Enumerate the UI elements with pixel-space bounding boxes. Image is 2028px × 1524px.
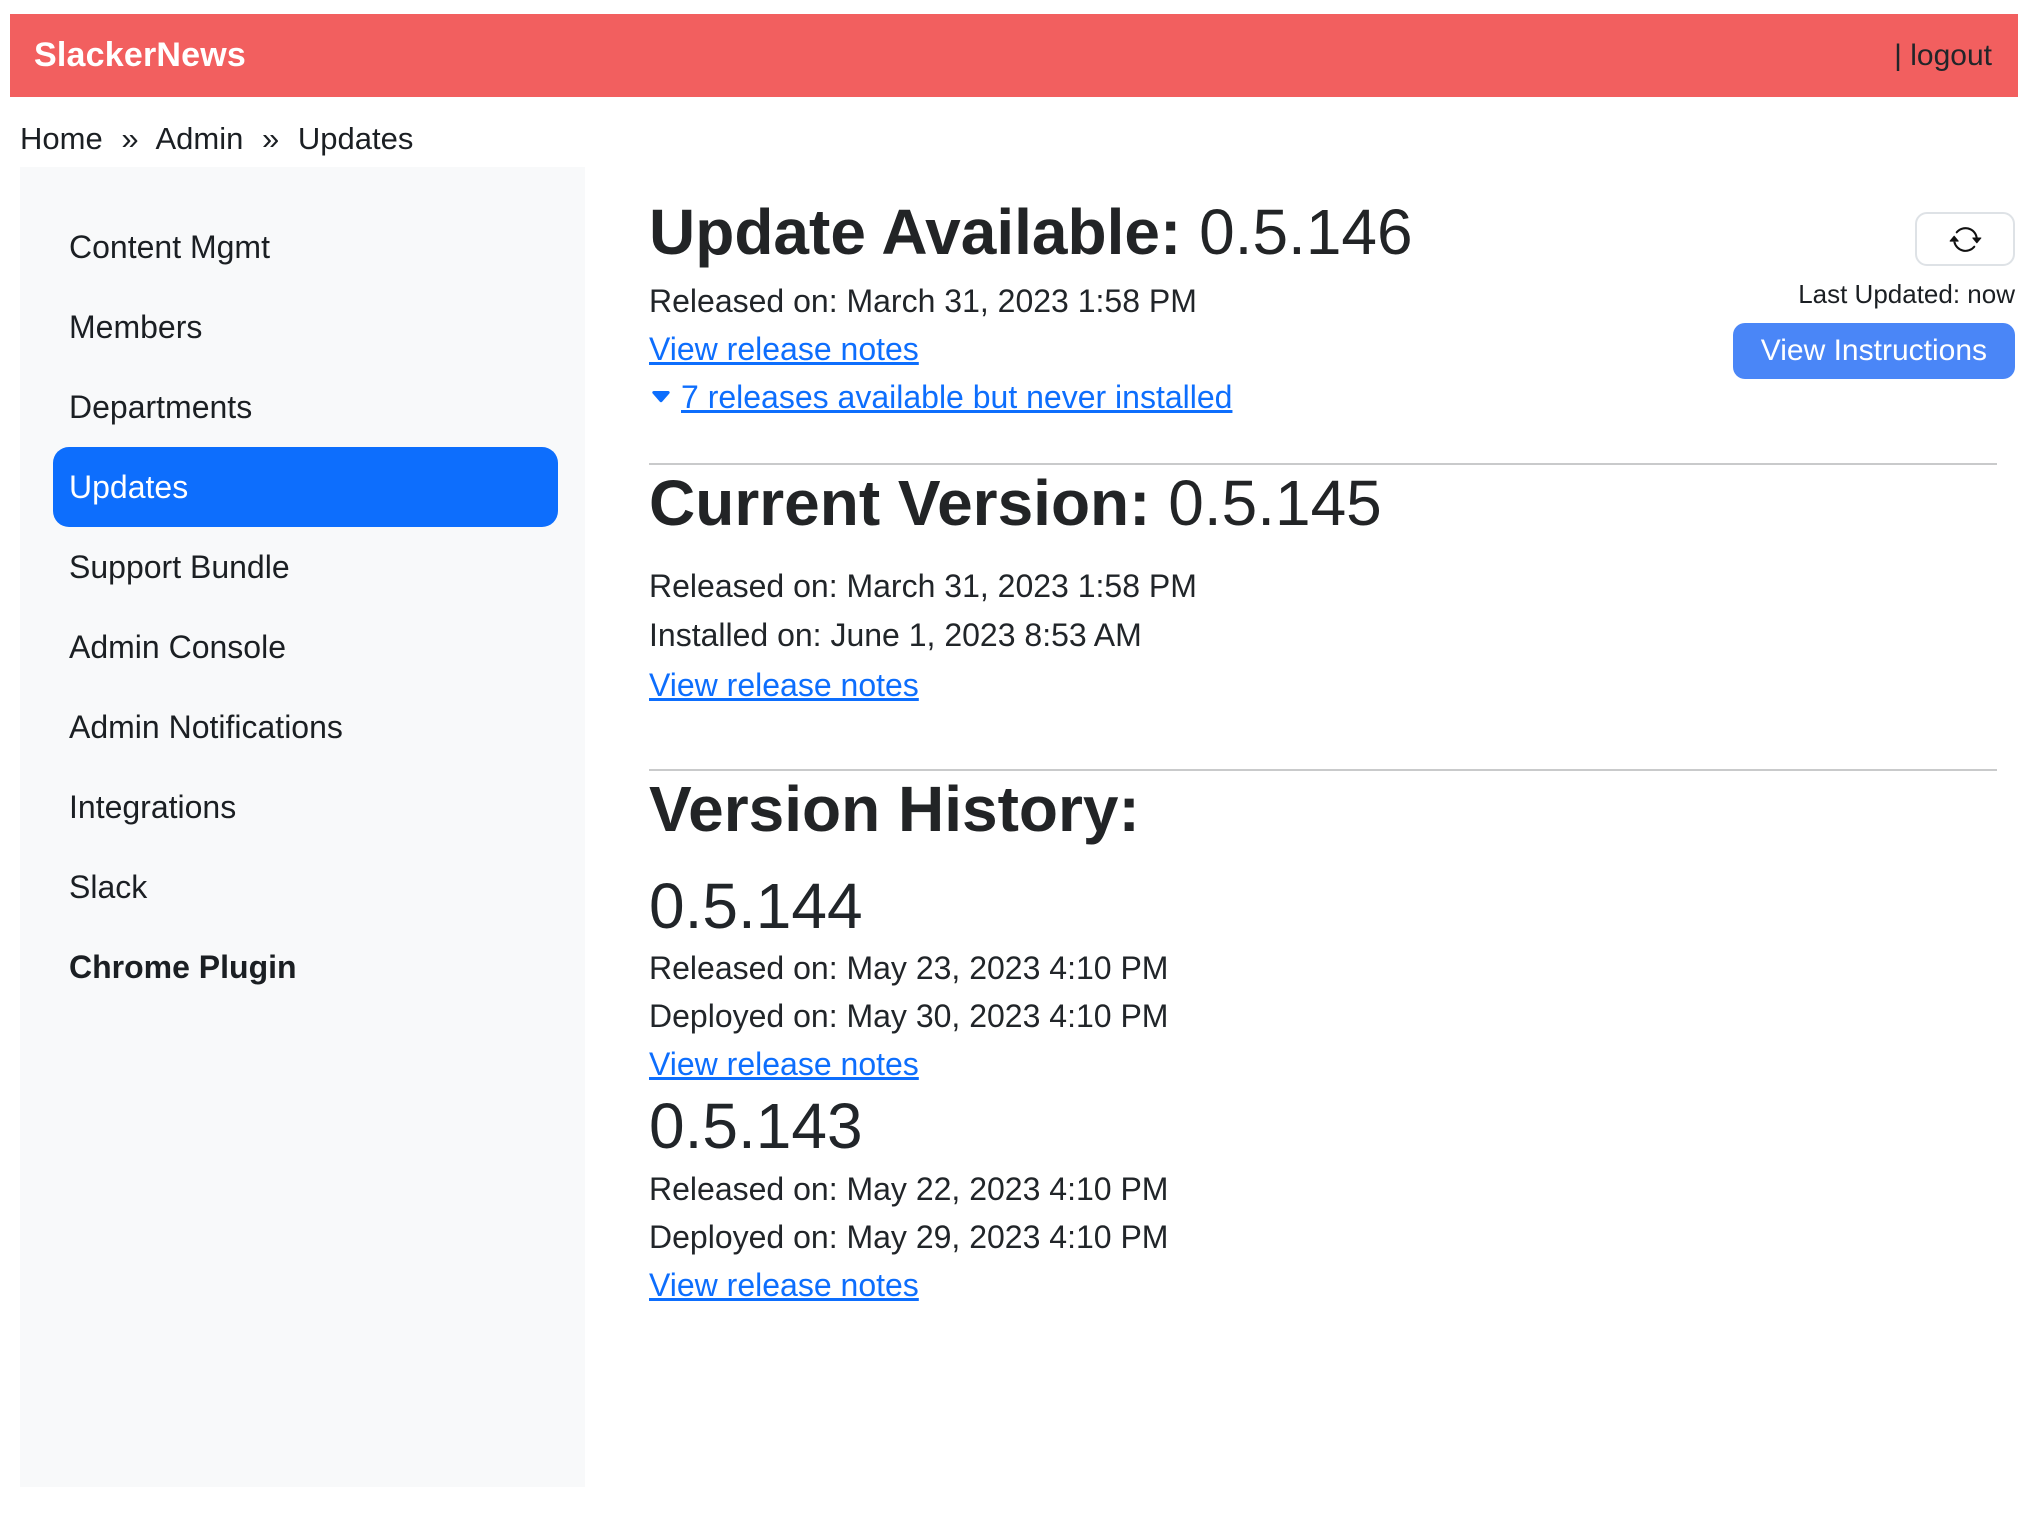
update-release-notes-link[interactable]: View release notes <box>649 325 919 373</box>
history-released-on: Released on: May 22, 2023 4:10 PM <box>649 1165 2015 1213</box>
current-version-details: Released on: March 31, 2023 1:58 PM Inst… <box>649 562 2015 709</box>
breadcrumb-separator: » <box>262 121 279 156</box>
update-available-info: Update Available: 0.5.146 Released on: M… <box>649 194 1413 421</box>
sidebar-item-integrations[interactable]: Integrations <box>53 767 558 847</box>
update-available-version: 0.5.146 <box>1199 196 1413 268</box>
view-instructions-button[interactable]: View Instructions <box>1733 323 2015 379</box>
version-history-section: Version History: 0.5.144 Released on: Ma… <box>649 771 2015 1309</box>
sidebar-item-members[interactable]: Members <box>53 287 558 367</box>
update-available-section: Update Available: 0.5.146 Released on: M… <box>649 194 2015 421</box>
current-released-on: Released on: March 31, 2023 1:58 PM <box>649 562 2015 612</box>
top-header-bar: SlackerNews | logout <box>10 14 2018 97</box>
update-available-label: Update Available: <box>649 196 1181 268</box>
pending-releases-link[interactable]: 7 releases available but never installed <box>681 373 1232 421</box>
caret-down-icon <box>649 385 673 409</box>
updates-main-content: Update Available: 0.5.146 Released on: M… <box>649 167 2015 1309</box>
history-release-notes-link[interactable]: View release notes <box>649 1040 919 1088</box>
current-version-title: Current Version: 0.5.145 <box>649 465 2015 542</box>
history-deployed-on: Deployed on: May 30, 2023 4:10 PM <box>649 992 2015 1040</box>
history-deployed-on: Deployed on: May 29, 2023 4:10 PM <box>649 1213 2015 1261</box>
sidebar-item-admin-notifications[interactable]: Admin Notifications <box>53 687 558 767</box>
admin-sidebar: Content Mgmt Members Departments Updates… <box>20 167 585 1487</box>
current-version-number: 0.5.145 <box>1168 467 1382 539</box>
app-title: SlackerNews <box>34 36 246 75</box>
current-version-label: Current Version: <box>649 467 1150 539</box>
sidebar-item-admin-console[interactable]: Admin Console <box>53 607 558 687</box>
page-layout: Content Mgmt Members Departments Updates… <box>0 167 2028 1487</box>
update-available-title: Update Available: 0.5.146 <box>649 194 1413 271</box>
pending-releases-toggle[interactable]: 7 releases available but never installed <box>649 373 1413 421</box>
current-installed-on: Installed on: June 1, 2023 8:53 AM <box>649 611 2015 661</box>
history-version-number: 0.5.143 <box>649 1088 2015 1165</box>
sidebar-item-departments[interactable]: Departments <box>53 367 558 447</box>
current-version-section: Current Version: 0.5.145 Released on: Ma… <box>649 465 2015 709</box>
history-version-number: 0.5.144 <box>649 868 2015 945</box>
refresh-icon <box>1949 223 1982 256</box>
version-history-entry: 0.5.143 Released on: May 22, 2023 4:10 P… <box>649 1088 2015 1309</box>
breadcrumb-home[interactable]: Home <box>20 121 103 156</box>
sidebar-item-chrome-plugin[interactable]: Chrome Plugin <box>53 927 558 1007</box>
sidebar-item-support-bundle[interactable]: Support Bundle <box>53 527 558 607</box>
sidebar-item-updates[interactable]: Updates <box>53 447 558 527</box>
update-released-on: Released on: March 31, 2023 1:58 PM <box>649 277 1413 325</box>
breadcrumb-updates: Updates <box>298 121 413 156</box>
current-release-notes-link[interactable]: View release notes <box>649 661 919 709</box>
sidebar-item-content-mgmt[interactable]: Content Mgmt <box>53 207 558 287</box>
last-updated-text: Last Updated: now <box>1798 279 2015 310</box>
history-release-notes-link[interactable]: View release notes <box>649 1261 919 1309</box>
breadcrumb-separator: » <box>121 121 138 156</box>
version-history-title: Version History: <box>649 771 2015 848</box>
history-released-on: Released on: May 23, 2023 4:10 PM <box>649 944 2015 992</box>
version-history-entry: 0.5.144 Released on: May 23, 2023 4:10 P… <box>649 868 2015 1089</box>
logout-link[interactable]: | logout <box>1894 39 1992 73</box>
breadcrumb: Home » Admin » Updates <box>20 121 2028 157</box>
refresh-panel: Last Updated: now View Instructions <box>1725 212 2015 379</box>
sidebar-nav: Content Mgmt Members Departments Updates… <box>20 207 558 1007</box>
sidebar-item-slack[interactable]: Slack <box>53 847 558 927</box>
refresh-button[interactable] <box>1915 212 2015 266</box>
breadcrumb-admin[interactable]: Admin <box>155 121 243 156</box>
